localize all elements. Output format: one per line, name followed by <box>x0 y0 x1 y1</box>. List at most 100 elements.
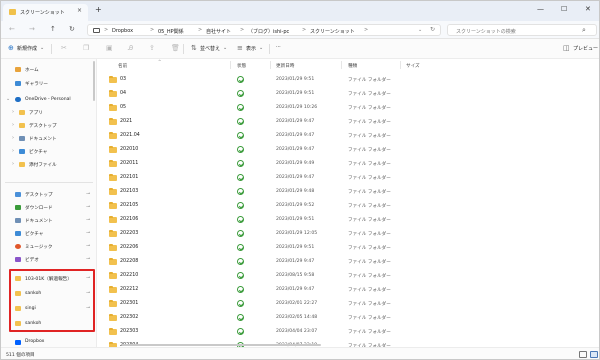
close-tab-button[interactable]: × <box>77 7 82 14</box>
chevron-right-icon[interactable]: › <box>12 148 14 154</box>
breadcrumb-hp[interactable]: 05_HP関係 <box>158 28 184 35</box>
table-row[interactable]: 202010 2023/01/29 9:47 ファイル フォルダー <box>98 143 578 157</box>
pin-icon[interactable]: ⊸ <box>86 191 90 197</box>
chevron-down-icon[interactable]: ⌄ <box>418 27 422 33</box>
sidebar-item-label: アプリ <box>29 111 43 116</box>
close-button[interactable]: ✕ <box>585 5 591 13</box>
table-row[interactable]: 03 2023/01/29 9:51 ファイル フォルダー <box>98 73 578 87</box>
preview-button[interactable]: プレビュー <box>573 45 598 52</box>
chevron-right-icon[interactable]: › <box>12 109 14 115</box>
sidebar-item-pictures-od[interactable]: › ピクチャ <box>1 146 96 158</box>
tiles-view-icon[interactable] <box>590 351 598 358</box>
column-modified[interactable]: 更新日時 <box>276 63 294 69</box>
table-row[interactable]: 202101 2023/01/29 9:47 ファイル フォルダー <box>98 171 578 185</box>
table-row[interactable]: 202206 2023/01/29 9:51 ファイル フォルダー <box>98 241 578 255</box>
sidebar-item-gallery[interactable]: ギャラリー <box>1 78 96 90</box>
sidebar-item-pictures[interactable]: ピクチャ ⊸ <box>1 228 96 240</box>
new-tab-button[interactable]: + <box>95 6 102 14</box>
sidebar-item-label: ダウンロード <box>25 206 53 211</box>
refresh-icon[interactable]: ↻ <box>69 25 75 33</box>
back-icon[interactable]: ← <box>9 25 15 33</box>
details-view-icon[interactable] <box>579 351 587 358</box>
column-status[interactable]: 状態 <box>237 63 246 69</box>
modified-date: 2023/01/29 9:51 <box>276 217 315 222</box>
chevron-right-icon[interactable]: › <box>12 135 14 141</box>
download-icon <box>15 205 21 210</box>
copy-icon[interactable]: ❐ <box>83 44 89 52</box>
sidebar-item-label: OneDrive - Personal <box>25 97 71 102</box>
table-row[interactable]: 202302 2023/02/05 14:48 ファイル フォルダー <box>98 311 578 325</box>
breadcrumb-screenshot[interactable]: スクリーンショット <box>310 28 355 35</box>
sidebar-item-downloads[interactable]: ダウンロード ⊸ <box>1 202 96 214</box>
sidebar-item-apps[interactable]: › アプリ <box>1 107 96 119</box>
table-row[interactable]: 202210 2023/08/15 9:58 ファイル フォルダー <box>98 269 578 283</box>
breadcrumb-site[interactable]: 自社サイト <box>206 28 231 35</box>
horizontal-scrollbar[interactable] <box>121 344 321 346</box>
sidebar-item-videos[interactable]: ビデオ ⊸ <box>1 254 96 266</box>
column-type[interactable]: 種類 <box>348 63 357 69</box>
modified-date: 2023/02/01 22:27 <box>276 301 318 306</box>
modified-date: 2023/01/29 9:48 <box>276 189 315 194</box>
more-options-button[interactable]: ··· <box>276 44 281 50</box>
chevron-down-icon[interactable]: ⌄ <box>6 96 10 102</box>
table-row[interactable]: 2021.04 2023/01/29 9:47 ファイル フォルダー <box>98 129 578 143</box>
breadcrumb-blog[interactable]: （ブログ）ishi-pc <box>248 28 289 35</box>
pin-icon[interactable]: ⊸ <box>86 243 90 249</box>
table-row[interactable]: 2021 2023/01/29 9:47 ファイル フォルダー <box>98 115 578 129</box>
view-button[interactable]: 表示 <box>246 45 256 52</box>
maximize-button[interactable]: ☐ <box>561 5 567 13</box>
tab-screenshot[interactable]: スクリーンショット × <box>3 4 88 21</box>
sidebar-item-desktop-od[interactable]: › デスクトップ <box>1 120 96 132</box>
video-icon <box>15 257 21 262</box>
sidebar-item-documents-od[interactable]: › ドキュメント <box>1 133 96 145</box>
sidebar-item-onedrive[interactable]: ⌄ OneDrive - Personal <box>1 94 96 106</box>
folder-icon <box>109 216 117 223</box>
sidebar-item-desktop[interactable]: デスクトップ ⊸ <box>1 189 96 201</box>
search-box[interactable]: スクリーンショットの検索 ⌕ <box>447 24 597 36</box>
table-row[interactable]: 202203 2023/01/29 12:05 ファイル フォルダー <box>98 227 578 241</box>
sync-ok-icon <box>237 216 244 223</box>
folder-icon <box>109 244 117 251</box>
table-row[interactable]: 202301 2023/02/01 22:27 ファイル フォルダー <box>98 297 578 311</box>
table-row[interactable]: 202212 2023/01/29 9:47 ファイル フォルダー <box>98 283 578 297</box>
sort-button[interactable]: 並べ替え <box>200 45 220 52</box>
pin-icon[interactable]: ⊸ <box>86 217 90 223</box>
table-row[interactable]: 202105 2023/01/29 9:52 ファイル フォルダー <box>98 199 578 213</box>
column-name[interactable]: 名前 <box>118 63 127 69</box>
rename-icon[interactable]: Ꭿ <box>128 44 133 52</box>
forward-icon[interactable]: → <box>29 25 35 33</box>
breadcrumb-dropbox[interactable]: Dropbox <box>112 28 133 34</box>
cut-icon[interactable]: ✂ <box>61 44 67 52</box>
table-row[interactable]: 05 2023/01/29 10:26 ファイル フォルダー <box>98 101 578 115</box>
up-icon[interactable]: ↑ <box>50 25 56 33</box>
share-icon[interactable]: ⇪ <box>149 44 155 52</box>
file-type: ファイル フォルダー <box>348 274 391 279</box>
table-row[interactable]: 202208 2023/01/29 9:47 ファイル フォルダー <box>98 255 578 269</box>
table-row[interactable]: 202103 2023/01/29 9:48 ファイル フォルダー <box>98 185 578 199</box>
modified-date: 2023/01/29 9:47 <box>276 259 315 264</box>
pin-icon[interactable]: ⊸ <box>86 204 90 210</box>
address-bar[interactable]: > Dropbox > 05_HP関係 > 自社サイト > （ブログ）ishi-… <box>87 24 441 36</box>
folder-icon <box>109 328 117 335</box>
column-size[interactable]: サイズ <box>406 63 420 69</box>
table-row[interactable]: 202303 2023/04/04 23:07 ファイル フォルダー <box>98 325 578 339</box>
sidebar-scrollbar[interactable] <box>93 61 95 101</box>
table-row[interactable]: 202011 2023/01/29 9:49 ファイル フォルダー <box>98 157 578 171</box>
sidebar-item-dropbox[interactable]: Dropbox <box>1 337 96 347</box>
table-row[interactable]: 04 2023/01/29 9:51 ファイル フォルダー <box>98 87 578 101</box>
chevron-right-icon[interactable]: › <box>12 161 14 167</box>
paste-icon[interactable]: ▣ <box>106 44 113 52</box>
sidebar-item-attachments[interactable]: › 添付ファイル <box>1 159 96 171</box>
pin-icon[interactable]: ⊸ <box>86 256 90 262</box>
modified-date: 2023/01/29 9:47 <box>276 133 315 138</box>
sidebar-item-home[interactable]: ホーム <box>1 64 96 76</box>
minimize-button[interactable]: — <box>537 5 544 13</box>
table-row[interactable]: 202106 2023/01/29 9:51 ファイル フォルダー <box>98 213 578 227</box>
refresh-address-icon[interactable]: ↻ <box>430 26 435 33</box>
chevron-right-icon[interactable]: › <box>12 122 14 128</box>
sidebar-item-documents[interactable]: ドキュメント ⊸ <box>1 215 96 227</box>
new-button[interactable]: 新規作成 <box>17 45 37 52</box>
sidebar-item-music[interactable]: ミュージック ⊸ <box>1 241 96 253</box>
pin-icon[interactable]: ⊸ <box>86 230 90 236</box>
delete-icon[interactable]: 🗑 <box>171 44 180 52</box>
